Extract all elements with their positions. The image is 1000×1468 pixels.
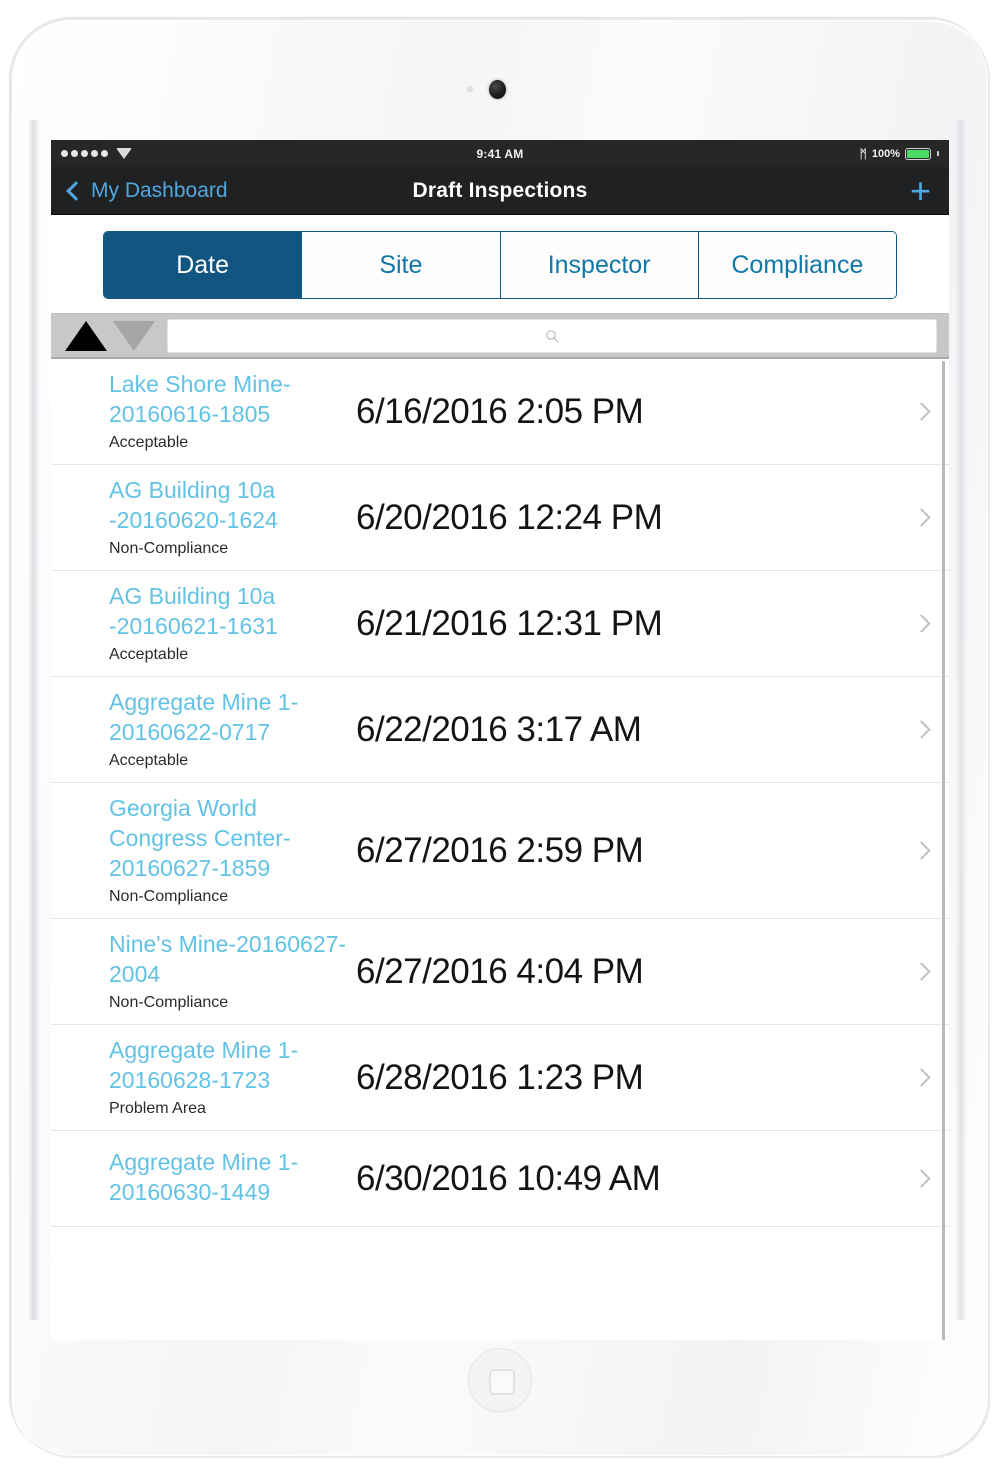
inspection-title: AG Building 10a -20160620-1624 xyxy=(109,477,278,533)
battery-icon xyxy=(905,147,931,160)
inspection-title: Aggregate Mine 1-20160622-0717 xyxy=(109,689,299,745)
inspection-title: Nine's Mine-20160627-2004 xyxy=(109,931,347,987)
inspection-date: 6/27/2016 2:59 PM xyxy=(356,830,644,870)
chevron-right-icon[interactable] xyxy=(893,720,949,739)
chevron-left-icon xyxy=(66,180,86,201)
table-row[interactable]: Aggregate Mine 1-20160622-0717 Acceptabl… xyxy=(51,677,949,783)
list-scrollbar[interactable] xyxy=(942,361,945,1340)
inspection-date: 6/21/2016 12:31 PM xyxy=(356,603,663,643)
tab-site[interactable]: Site xyxy=(302,232,501,298)
inspection-date: 6/27/2016 4:04 PM xyxy=(356,951,644,991)
chevron-right-icon[interactable] xyxy=(893,962,949,981)
row-primary-column: Aggregate Mine 1-20160630-1449 xyxy=(51,1147,356,1210)
back-button-label: My Dashboard xyxy=(91,178,228,202)
status-badge: Acceptable xyxy=(109,752,189,769)
table-row[interactable]: AG Building 10a -20160620-1624 Non-Compl… xyxy=(51,465,949,571)
inspection-title: Aggregate Mine 1-20160628-1723 xyxy=(109,1037,299,1093)
inspection-date: 6/20/2016 12:24 PM xyxy=(356,497,663,537)
back-button[interactable]: My Dashboard xyxy=(66,178,228,203)
add-inspection-button[interactable]: + xyxy=(910,172,931,208)
row-primary-column: Nine's Mine-20160627-2004 Non-Compliance xyxy=(51,929,356,1014)
chevron-right-icon[interactable] xyxy=(893,402,949,421)
chevron-right-icon[interactable] xyxy=(893,1068,949,1087)
status-badge: Non-Compliance xyxy=(109,888,229,905)
home-button-icon xyxy=(489,1369,515,1395)
status-badge: Non-Compliance xyxy=(109,994,229,1011)
inspections-list[interactable]: Lake Shore Mine-20160616-1805 Acceptable… xyxy=(51,359,949,1340)
inspection-title: Aggregate Mine 1-20160630-1449 xyxy=(109,1149,299,1205)
inspection-title: Georgia World Congress Center-20160627-1… xyxy=(109,795,291,881)
search-input[interactable] xyxy=(168,318,936,353)
chevron-right-icon[interactable] xyxy=(893,1169,949,1188)
bluetooth-icon: ᛗ xyxy=(859,146,867,161)
row-primary-column: Georgia World Congress Center-20160627-1… xyxy=(51,793,356,908)
battery-percent-label: 100% xyxy=(871,147,900,160)
table-row[interactable]: Aggregate Mine 1-20160630-1449 6/30/2016… xyxy=(51,1131,949,1227)
status-badge: Problem Area xyxy=(109,1100,206,1117)
chevron-right-icon[interactable] xyxy=(893,841,949,860)
home-button[interactable] xyxy=(468,1348,532,1412)
navigation-bar: My Dashboard Draft Inspections + xyxy=(51,167,949,215)
inspection-date: 6/30/2016 10:49 AM xyxy=(356,1158,661,1198)
segmented-control: Date Site Inspector Compliance xyxy=(103,231,897,299)
status-bar: 9:41 AM ᛗ 100% xyxy=(51,140,949,167)
status-bar-right: ᛗ 100% xyxy=(500,146,939,161)
status-badge: Acceptable xyxy=(109,646,189,663)
tablet-screen: 9:41 AM ᛗ 100% My Dashboard Draft Inspec… xyxy=(51,140,949,1340)
tab-compliance[interactable]: Compliance xyxy=(698,232,896,298)
sort-ascending-triangle-icon[interactable] xyxy=(65,320,107,351)
row-primary-column: Lake Shore Mine-20160616-1805 Acceptable xyxy=(51,369,356,454)
table-row[interactable]: Georgia World Congress Center-20160627-1… xyxy=(51,783,949,919)
table-row[interactable]: Nine's Mine-20160627-2004 Non-Compliance… xyxy=(51,919,949,1025)
table-row[interactable]: AG Building 10a -20160621-1631 Acceptabl… xyxy=(51,571,949,677)
inspection-date: 6/22/2016 3:17 AM xyxy=(356,709,642,749)
camera-icon xyxy=(489,80,506,99)
filter-tab-bar: Date Site Inspector Compliance xyxy=(51,215,949,313)
chevron-right-icon[interactable] xyxy=(893,614,949,633)
row-primary-column: AG Building 10a -20160620-1624 Non-Compl… xyxy=(51,475,356,560)
status-badge: Acceptable xyxy=(109,434,189,451)
table-row[interactable]: Lake Shore Mine-20160616-1805 Acceptable… xyxy=(51,359,949,465)
row-primary-column: Aggregate Mine 1-20160628-1723 Problem A… xyxy=(51,1035,356,1120)
row-primary-column: Aggregate Mine 1-20160622-0717 Acceptabl… xyxy=(51,687,356,772)
proximity-sensor-icon xyxy=(467,86,473,92)
tab-inspector[interactable]: Inspector xyxy=(500,232,699,298)
inspection-title: Lake Shore Mine-20160616-1805 xyxy=(109,371,291,427)
status-badge: Non-Compliance xyxy=(109,540,229,557)
search-field[interactable] xyxy=(167,318,937,353)
inspection-date: 6/16/2016 2:05 PM xyxy=(356,391,644,431)
battery-cap-icon xyxy=(937,151,939,156)
row-primary-column: AG Building 10a -20160621-1631 Acceptabl… xyxy=(51,581,356,666)
table-row[interactable]: Aggregate Mine 1-20160628-1723 Problem A… xyxy=(51,1025,949,1131)
sort-descending-triangle-icon[interactable] xyxy=(113,320,155,351)
chevron-right-icon[interactable] xyxy=(893,508,949,527)
inspection-date: 6/28/2016 1:23 PM xyxy=(356,1057,644,1097)
sort-and-search-bar xyxy=(51,313,949,359)
inspection-title: AG Building 10a -20160621-1631 xyxy=(109,583,278,639)
tab-date[interactable]: Date xyxy=(104,232,303,298)
